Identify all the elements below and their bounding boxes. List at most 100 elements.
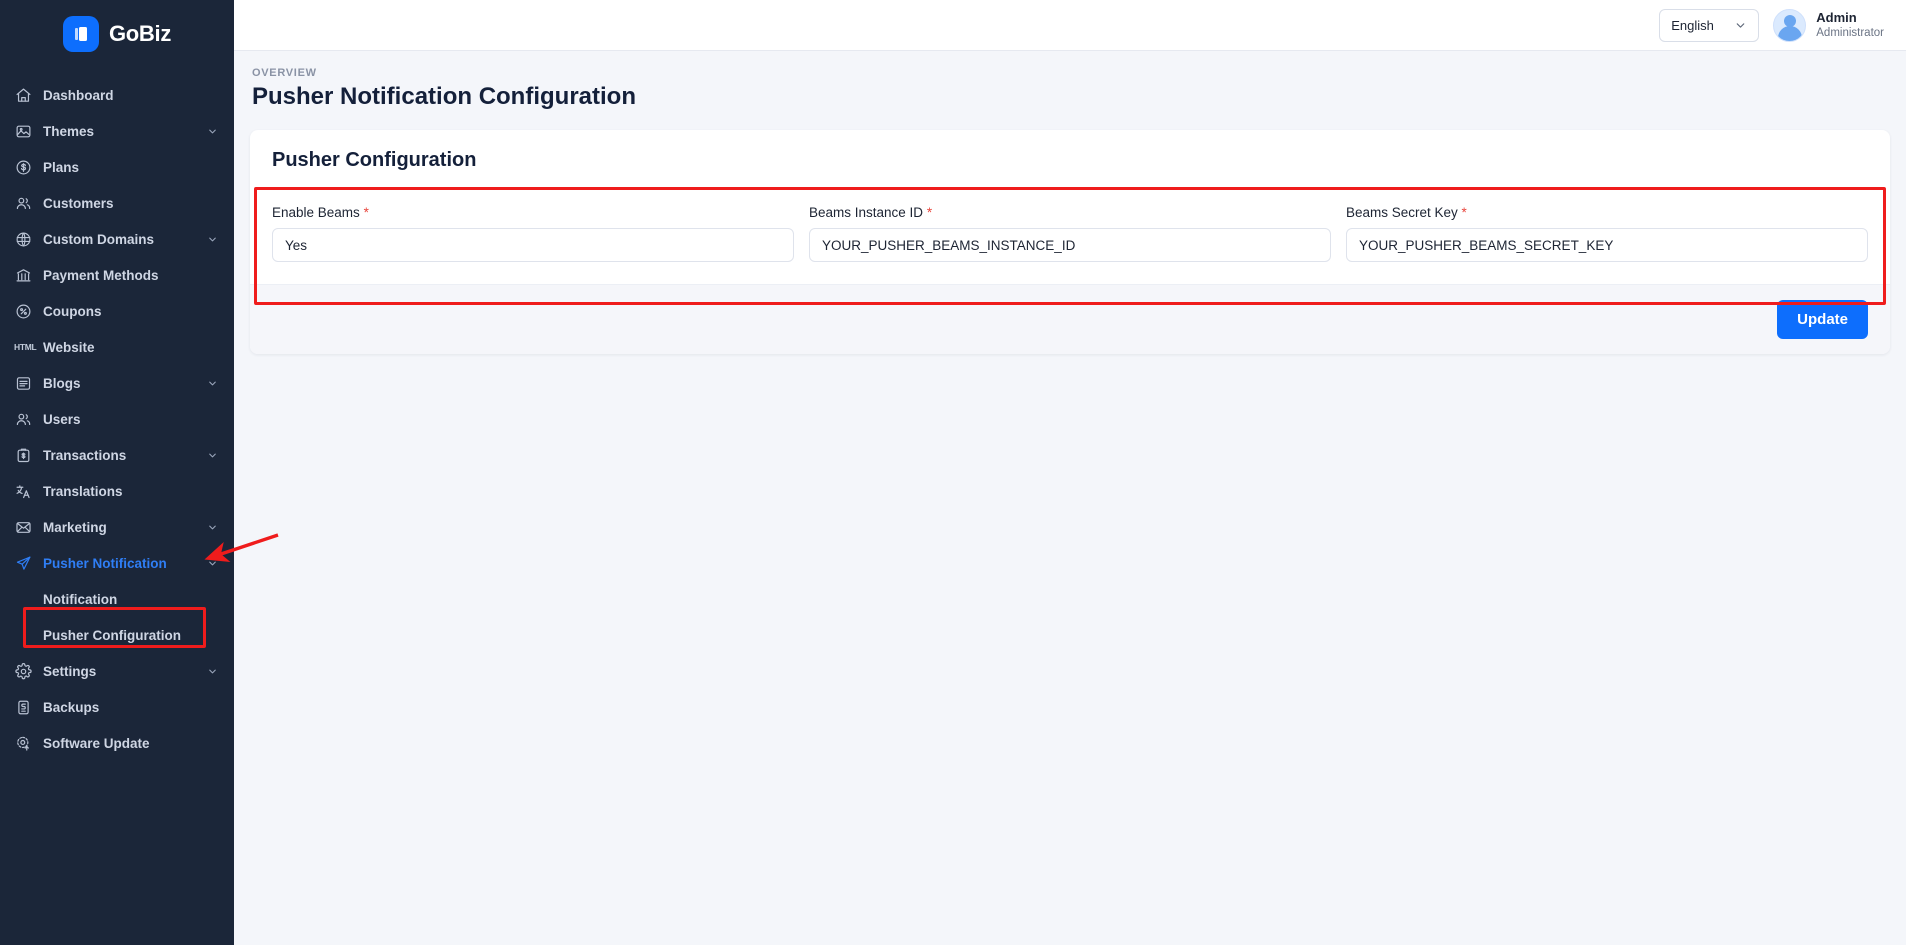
user-menu[interactable]: Admin Administrator [1773,9,1884,42]
field-beams-secret-key: Beams Secret Key * [1346,205,1868,262]
chevron-down-icon [1734,19,1747,32]
translate-icon [14,482,32,500]
sidebar-item-label: Website [43,340,218,355]
sidebar-item-themes[interactable]: Themes [0,113,234,149]
image-icon [14,122,32,140]
avatar [1773,9,1806,42]
sidebar: GoBiz Dashboard Themes [0,0,234,945]
home-icon [14,86,32,104]
chevron-down-icon[interactable] [207,666,218,677]
field-label-text: Beams Instance ID [809,205,923,220]
sidebar-item-customers[interactable]: Customers [0,185,234,221]
page-content: OVERVIEW Pusher Notification Configurati… [234,51,1906,945]
required-asterisk: * [1458,205,1467,220]
card-title: Pusher Configuration [272,149,1868,172]
beams-instance-id-input[interactable] [809,228,1331,262]
required-asterisk: * [360,205,369,220]
sidebar-item-payment-methods[interactable]: Payment Methods [0,257,234,293]
language-selector-value: English [1671,18,1714,33]
sidebar-item-label: Themes [43,124,196,139]
user-meta: Admin Administrator [1816,10,1884,41]
field-beams-instance-id: Beams Instance ID * [809,205,1331,262]
chevron-down-icon[interactable] [207,378,218,389]
sidebar-subitem-notification[interactable]: Notification [0,581,234,617]
sidebar-item-custom-domains[interactable]: Custom Domains [0,221,234,257]
gear-icon [14,662,32,680]
sidebar-item-blogs[interactable]: Blogs [0,365,234,401]
sidebar-subitem-label: Notification [43,592,117,607]
brand-logo[interactable]: GoBiz [0,0,234,67]
paper-plane-icon [14,554,32,572]
sidebar-item-label: Transactions [43,448,196,463]
users-icon [14,194,32,212]
percent-circle-icon [14,302,32,320]
sidebar-subitem-pusher-configuration[interactable]: Pusher Configuration [0,617,234,653]
sidebar-item-website[interactable]: HTML Website [0,329,234,365]
bank-icon [14,266,32,284]
topbar: English Admin Administrator [234,0,1906,51]
chevron-down-icon[interactable] [207,450,218,461]
card-header: Pusher Configuration [250,130,1890,189]
field-label-enable-beams: Enable Beams * [272,205,794,220]
sidebar-subitem-label: Pusher Configuration [43,628,181,643]
sidebar-item-label: Coupons [43,304,218,319]
language-selector[interactable]: English [1659,9,1759,42]
field-label-text: Enable Beams [272,205,360,220]
sidebar-item-label: Pusher Notification [43,556,196,571]
field-label-text: Beams Secret Key [1346,205,1458,220]
brand-name: GoBiz [109,21,171,47]
user-name: Admin [1816,10,1884,26]
user-role: Administrator [1816,26,1884,40]
sidebar-item-label: Custom Domains [43,232,196,247]
pusher-configuration-card: Pusher Configuration Enable Beams * B [250,130,1890,354]
users-icon [14,410,32,428]
page-title: Pusher Notification Configuration [250,83,1890,111]
breadcrumb: OVERVIEW [250,67,1890,79]
chevron-down-icon[interactable] [207,126,218,137]
sidebar-item-plans[interactable]: Plans [0,149,234,185]
sidebar-nav: Dashboard Themes Plans [0,67,234,761]
chevron-down-icon[interactable] [207,558,218,569]
chevron-down-icon[interactable] [207,234,218,245]
required-asterisk: * [923,205,932,220]
card-footer: Update [250,284,1890,354]
beams-secret-key-input[interactable] [1346,228,1868,262]
field-label-beams-secret-key: Beams Secret Key * [1346,205,1868,220]
clipboard-dollar-icon [14,446,32,464]
enable-beams-input[interactable] [272,228,794,262]
sidebar-item-software-update[interactable]: Software Update [0,725,234,761]
dollar-circle-icon [14,158,32,176]
sidebar-item-dashboard[interactable]: Dashboard [0,77,234,113]
html-icon: HTML [14,342,32,352]
sidebar-item-translations[interactable]: Translations [0,473,234,509]
sidebar-item-transactions[interactable]: Transactions [0,437,234,473]
chevron-down-icon[interactable] [207,522,218,533]
field-enable-beams: Enable Beams * [272,205,794,262]
sidebar-item-pusher-notification[interactable]: Pusher Notification [0,545,234,581]
sidebar-item-marketing[interactable]: Marketing [0,509,234,545]
backup-drive-icon [14,698,32,716]
sidebar-item-backups[interactable]: Backups [0,689,234,725]
list-box-icon [14,374,32,392]
gear-up-icon [14,734,32,752]
app-root: GoBiz Dashboard Themes [0,0,1906,945]
sidebar-item-settings[interactable]: Settings [0,653,234,689]
main-area: English Admin Administrator OVERVIEW Pus… [234,0,1906,945]
sidebar-item-label: Users [43,412,218,427]
update-button[interactable]: Update [1777,300,1868,339]
sidebar-item-label: Payment Methods [43,268,218,283]
sidebar-item-coupons[interactable]: Coupons [0,293,234,329]
sidebar-item-label: Marketing [43,520,196,535]
sidebar-item-label: Customers [43,196,218,211]
sidebar-item-label: Dashboard [43,88,218,103]
sidebar-item-label: Blogs [43,376,196,391]
sidebar-item-users[interactable]: Users [0,401,234,437]
envelope-icon [14,518,32,536]
book-logo-icon [63,16,99,52]
sidebar-item-label: Plans [43,160,218,175]
field-label-beams-instance-id: Beams Instance ID * [809,205,1331,220]
sidebar-item-label: Software Update [43,736,218,751]
sidebar-item-label: Backups [43,700,218,715]
sidebar-item-label: Settings [43,664,196,679]
card-body: Enable Beams * Beams Instance ID * [250,189,1890,284]
